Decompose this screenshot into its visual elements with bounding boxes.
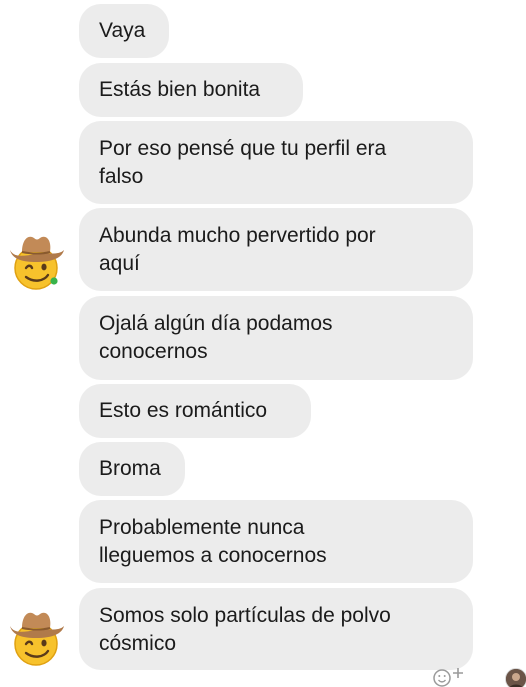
message-bubble[interactable]: Estás bien bonita [79, 63, 303, 117]
message-bubble[interactable]: Abunda mucho pervertido por aquí [79, 208, 473, 291]
message-text-line: Ojalá algún día podamos [99, 312, 333, 335]
message-text: Estás bien bonita [99, 78, 261, 101]
chat-thread: Vaya Estás bien bonita Por eso pensé que… [0, 0, 526, 687]
add-reaction-icon[interactable] [432, 664, 472, 687]
message-text-line: falso [99, 165, 144, 188]
cowboy-emoji-icon[interactable] [4, 604, 68, 668]
message-text-line: Por eso pensé que tu perfil era [99, 137, 387, 160]
message-bubble[interactable]: Esto es romántico [79, 384, 311, 438]
message-bubble[interactable]: Por eso pensé que tu perfil era falso [79, 121, 473, 204]
message-text: Esto es romántico [99, 399, 268, 422]
message-text-line: Somos solo partículas de polvo [99, 604, 391, 627]
cowboy-emoji-icon[interactable] [4, 228, 68, 292]
message-bubble[interactable]: Somos solo partículas de polvo cósmico [79, 588, 473, 670]
message-bubble[interactable]: Ojalá algún día podamos conocernos [79, 296, 473, 380]
message-text: Broma [99, 457, 161, 480]
message-bubble[interactable]: Broma [79, 442, 185, 496]
message-text-line: Probablemente nunca [99, 516, 305, 539]
seen-avatar [505, 668, 526, 687]
message-text-line: Abunda mucho pervertido por [99, 224, 376, 247]
message-text: Vaya [99, 19, 146, 42]
message-bubble[interactable]: Vaya [79, 4, 169, 58]
message-text-line: cósmico [99, 632, 177, 655]
message-text-line: lleguemos a conocernos [99, 544, 327, 567]
message-bubble[interactable]: Probablemente nunca lleguemos a conocern… [79, 500, 473, 583]
profile-photo-icon [506, 669, 526, 687]
message-text-line: aquí [99, 252, 140, 275]
message-text-line: conocernos [99, 340, 208, 363]
